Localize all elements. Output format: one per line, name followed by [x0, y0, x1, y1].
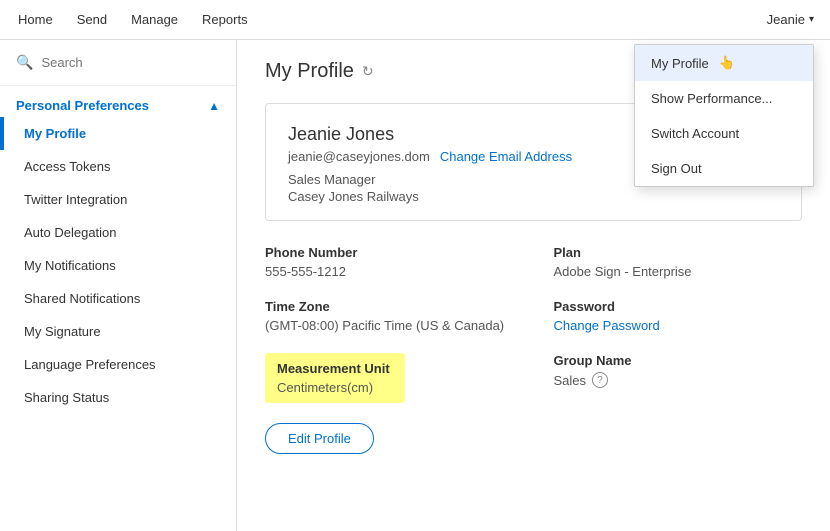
sidebar-item-twitter-integration[interactable]: Twitter Integration — [0, 183, 236, 216]
nav-manage[interactable]: Manage — [129, 8, 180, 31]
sidebar-item-auto-delegation[interactable]: Auto Delegation — [0, 216, 236, 249]
search-icon: 🔍 — [16, 54, 33, 71]
phone-value: 555-555-1212 — [265, 264, 514, 279]
search-input[interactable] — [41, 55, 220, 70]
sidebar-item-my-notifications[interactable]: My Notifications — [0, 249, 236, 282]
refresh-icon[interactable]: ↻ — [362, 63, 374, 80]
cursor-icon: 👆 — [719, 55, 735, 71]
sidebar-item-access-tokens[interactable]: Access Tokens — [0, 150, 236, 183]
sidebar-item-sharing-status[interactable]: Sharing Status — [0, 381, 236, 414]
dropdown-show-performance[interactable]: Show Performance... — [635, 81, 813, 116]
edit-profile-button[interactable]: Edit Profile — [265, 423, 374, 454]
phone-block: Phone Number 555-555-1212 — [265, 245, 514, 279]
group-value: Sales — [554, 373, 587, 388]
user-dropdown: My Profile 👆 Show Performance... Switch … — [634, 44, 814, 187]
sidebar-item-my-signature[interactable]: My Signature — [0, 315, 236, 348]
measurement-highlight: Measurement Unit Centimeters(cm) — [265, 353, 405, 403]
chevron-up-icon[interactable]: ▲ — [208, 99, 220, 113]
profile-email: jeanie@caseyjones.dom — [288, 149, 430, 164]
measurement-label: Measurement Unit — [277, 361, 393, 376]
sidebar-item-shared-notifications[interactable]: Shared Notifications — [0, 282, 236, 315]
group-value-row: Sales ? — [554, 372, 803, 388]
dropdown-switch-account[interactable]: Switch Account — [635, 116, 813, 151]
group-label: Group Name — [554, 353, 803, 368]
sidebar-item-language-preferences[interactable]: Language Preferences — [0, 348, 236, 381]
info-grid: Phone Number 555-555-1212 Plan Adobe Sig… — [265, 245, 802, 419]
page-title: My Profile — [265, 60, 354, 83]
nav-reports[interactable]: Reports — [200, 8, 250, 31]
timezone-block: Time Zone (GMT-08:00) Pacific Time (US &… — [265, 299, 514, 333]
sidebar-section-header: Personal Preferences ▲ — [0, 86, 236, 117]
sidebar: 🔍 Personal Preferences ▲ My Profile Acce… — [0, 40, 237, 531]
password-block: Password Change Password — [554, 299, 803, 333]
sidebar-section-title: Personal Preferences — [16, 98, 149, 113]
measurement-block: Measurement Unit Centimeters(cm) — [265, 353, 514, 403]
phone-label: Phone Number — [265, 245, 514, 260]
nav-home[interactable]: Home — [16, 8, 55, 31]
nav-send[interactable]: Send — [75, 8, 109, 31]
measurement-value: Centimeters(cm) — [277, 380, 393, 395]
nav-links: Home Send Manage Reports — [16, 8, 250, 31]
change-email-link[interactable]: Change Email Address — [440, 149, 572, 164]
password-label: Password — [554, 299, 803, 314]
help-icon[interactable]: ? — [592, 372, 608, 388]
top-nav: Home Send Manage Reports Jeanie My Profi… — [0, 0, 830, 40]
dropdown-my-profile[interactable]: My Profile 👆 — [635, 45, 813, 81]
sidebar-items: My Profile Access Tokens Twitter Integra… — [0, 117, 236, 531]
timezone-label: Time Zone — [265, 299, 514, 314]
plan-block: Plan Adobe Sign - Enterprise — [554, 245, 803, 279]
plan-value: Adobe Sign - Enterprise — [554, 264, 803, 279]
search-box: 🔍 — [0, 40, 236, 86]
group-block: Group Name Sales ? — [554, 353, 803, 403]
dropdown-sign-out[interactable]: Sign Out — [635, 151, 813, 186]
profile-company: Casey Jones Railways — [288, 189, 779, 204]
change-password-link[interactable]: Change Password — [554, 318, 660, 333]
sidebar-item-my-profile[interactable]: My Profile — [0, 117, 236, 150]
user-menu-button[interactable]: Jeanie — [767, 12, 814, 27]
user-menu-container: Jeanie My Profile 👆 Show Performance... … — [767, 12, 814, 27]
plan-label: Plan — [554, 245, 803, 260]
timezone-value: (GMT-08:00) Pacific Time (US & Canada) — [265, 318, 514, 333]
